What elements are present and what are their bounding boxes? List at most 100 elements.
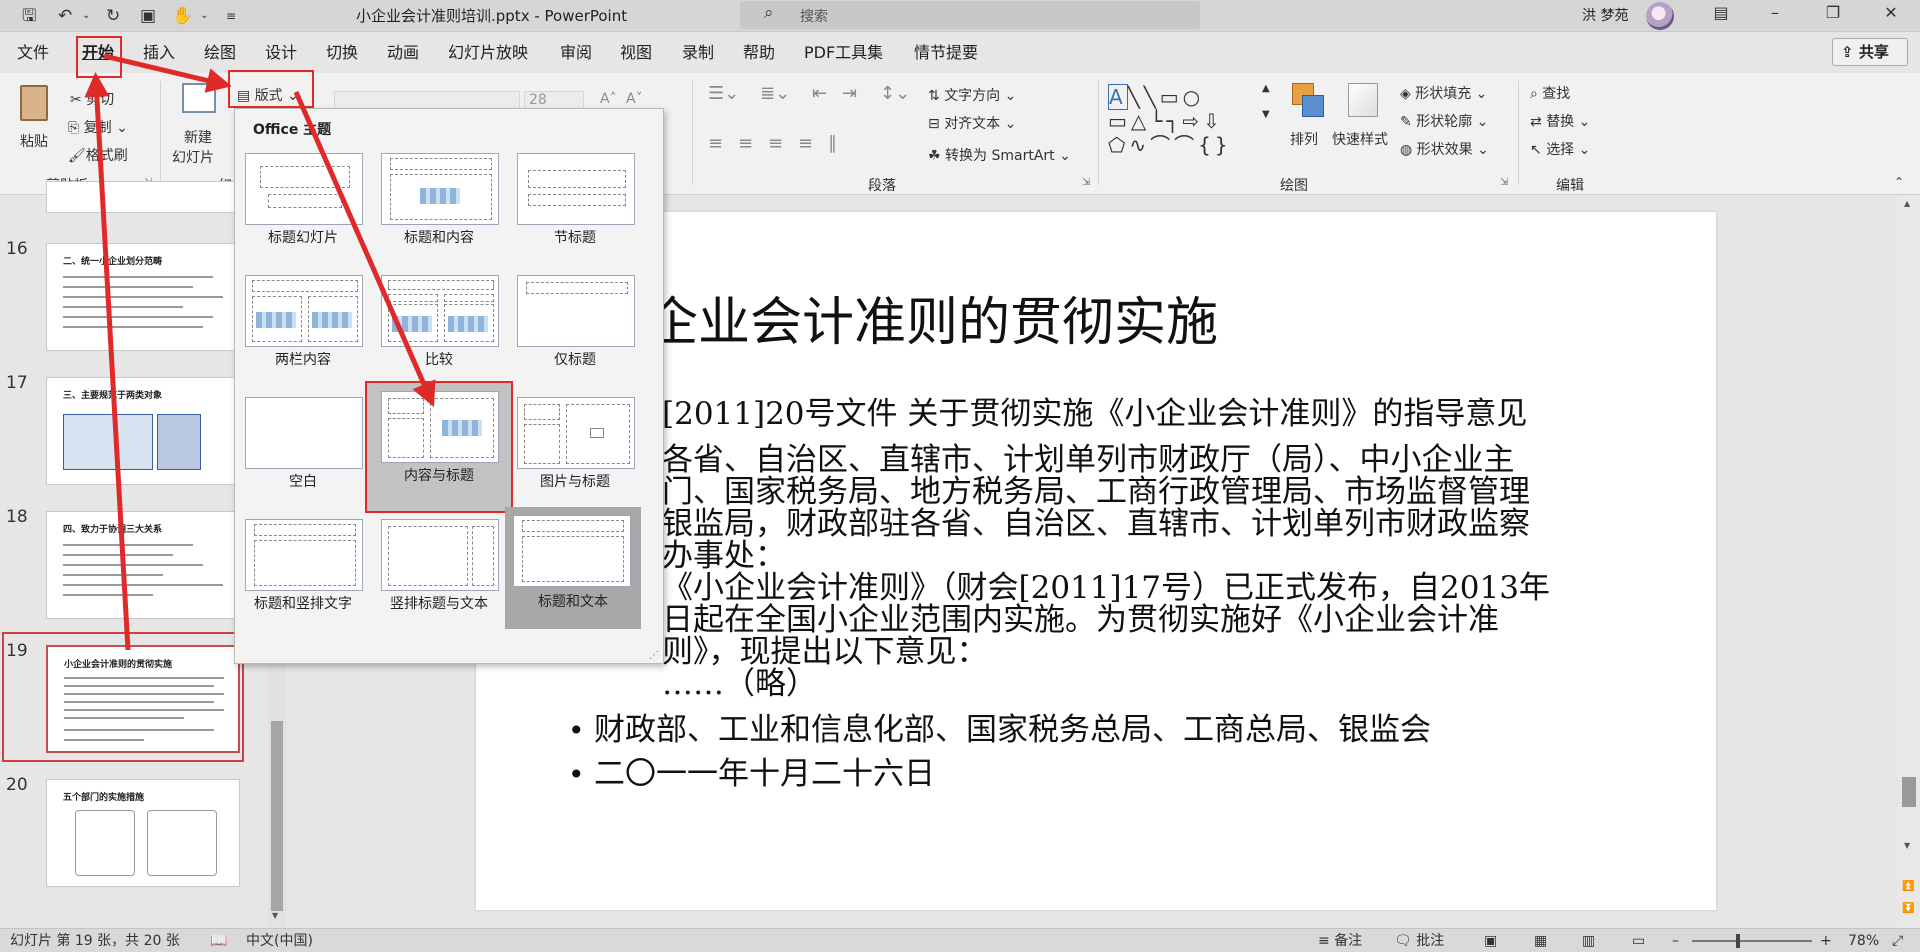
- tab-draw[interactable]: 绘图: [204, 43, 236, 63]
- accessibility-icon[interactable]: 📖: [210, 930, 227, 952]
- tab-record[interactable]: 录制: [682, 43, 714, 63]
- smartart-button[interactable]: ☘ 转换为 SmartArt ⌄: [928, 145, 1071, 165]
- copy-button[interactable]: ⎘ 复制 ⌄: [68, 117, 128, 137]
- new-slide-button[interactable]: 新建 幻灯片: [170, 79, 230, 171]
- restore-icon[interactable]: ❐: [1818, 3, 1848, 22]
- tab-animations[interactable]: 动画: [387, 43, 419, 63]
- align-left-icon[interactable]: ≡: [708, 133, 723, 154]
- slide-thumbnail-15[interactable]: [46, 181, 240, 213]
- tab-storyboard[interactable]: 情节提要: [914, 43, 978, 63]
- layout-title-slide[interactable]: 标题幻灯片: [239, 147, 367, 259]
- undo-dropdown-icon[interactable]: ⌄: [82, 4, 90, 28]
- zoom-level[interactable]: 78%: [1848, 930, 1879, 952]
- line-spacing-icon[interactable]: ↕⌄: [880, 83, 910, 104]
- zoom-in-icon[interactable]: +: [1820, 930, 1832, 952]
- language[interactable]: 中文(中国): [246, 930, 313, 952]
- slide-thumbnail[interactable]: 五个部门的实施措施: [46, 779, 240, 887]
- reading-view-icon[interactable]: ▥: [1582, 930, 1595, 952]
- find-button[interactable]: ⌕ 查找: [1530, 83, 1570, 103]
- notes-button[interactable]: ≡ 备注: [1318, 930, 1362, 952]
- customize-quick-access-icon[interactable]: ≡: [226, 4, 236, 28]
- layout-blank[interactable]: 空白: [239, 391, 367, 503]
- slide-thumbnail[interactable]: 四、致力于协调三大关系: [46, 511, 240, 619]
- shapes-gallery[interactable]: A╲╲▭○ ▭△└┐⇨⇩ ⬠∿⌒⌒{}: [1108, 84, 1258, 159]
- tab-view[interactable]: 视图: [620, 43, 652, 63]
- paste-button[interactable]: 粘贴: [12, 79, 60, 169]
- layout-title-vertical-text[interactable]: 标题和竖排文字: [239, 513, 367, 625]
- present-icon[interactable]: ▣: [140, 4, 156, 28]
- zoom-out-icon[interactable]: –: [1672, 930, 1679, 952]
- align-center-icon[interactable]: ≡: [738, 133, 753, 154]
- tab-insert[interactable]: 插入: [143, 43, 175, 63]
- layout-vertical-title-text[interactable]: 竖排标题与文本: [375, 513, 503, 625]
- align-text-button[interactable]: ⊟ 对齐文本 ⌄: [928, 113, 1016, 133]
- normal-view-icon[interactable]: ▣: [1484, 930, 1497, 952]
- tab-design[interactable]: 设计: [265, 43, 297, 63]
- layout-picture-with-caption[interactable]: 图片与标题: [511, 391, 639, 503]
- minimize-icon[interactable]: –: [1760, 3, 1790, 22]
- paragraph-launcher-icon[interactable]: ⇲: [1082, 177, 1090, 188]
- tab-review[interactable]: 审阅: [560, 43, 592, 63]
- touch-dropdown-icon[interactable]: ⌄: [200, 4, 208, 28]
- comments-button[interactable]: 🗨 批注: [1394, 930, 1444, 952]
- ribbon-display-options-icon[interactable]: ▤: [1706, 3, 1736, 22]
- shape-fill-button[interactable]: ◈ 形状填充 ⌄: [1400, 83, 1487, 103]
- close-icon[interactable]: ✕: [1876, 3, 1906, 22]
- quick-styles-button[interactable]: 快速样式: [1330, 79, 1394, 169]
- scroll-down-icon[interactable]: ▼: [1904, 841, 1910, 850]
- share-button[interactable]: ⇪ 共享: [1832, 38, 1908, 66]
- drawing-launcher-icon[interactable]: ⇲: [1500, 177, 1508, 188]
- slide-title[interactable]: 企业会计准则的贯彻实施: [646, 280, 1218, 355]
- increase-font-icon[interactable]: A˄: [600, 91, 617, 107]
- resize-grip-icon[interactable]: ⋰: [649, 650, 659, 661]
- scroll-thumb[interactable]: [1902, 777, 1916, 807]
- next-slide-icon[interactable]: ⏬: [1902, 903, 1914, 914]
- format-painter-button[interactable]: 🖌格式刷: [68, 145, 128, 165]
- select-button[interactable]: ↖ 选择 ⌄: [1530, 139, 1590, 159]
- replace-button[interactable]: ⇄ 替换 ⌄: [1530, 111, 1590, 131]
- tab-help[interactable]: 帮助: [743, 43, 775, 63]
- layout-title-and-content[interactable]: 标题和内容: [375, 147, 503, 259]
- fit-to-window-icon[interactable]: ⤢: [1892, 930, 1903, 952]
- user-name[interactable]: 洪 梦苑: [1582, 5, 1628, 25]
- layout-comparison[interactable]: 比较: [375, 269, 503, 381]
- prev-slide-icon[interactable]: ⏫: [1902, 881, 1914, 892]
- shapes-scroll-down-icon[interactable]: ▼: [1262, 109, 1270, 120]
- bullets-icon[interactable]: ☰⌄: [708, 83, 739, 104]
- avatar[interactable]: [1646, 2, 1674, 30]
- shape-effects-button[interactable]: ◍ 形状效果 ⌄: [1400, 139, 1489, 159]
- layout-title-only[interactable]: 仅标题: [511, 269, 639, 381]
- collapse-ribbon-icon[interactable]: ⌃: [1894, 175, 1904, 189]
- tab-file[interactable]: 文件: [17, 43, 49, 63]
- zoom-slider-thumb[interactable]: [1736, 934, 1740, 948]
- decrease-indent-icon[interactable]: ⇤: [812, 83, 827, 104]
- layout-content-with-caption[interactable]: 内容与标题: [365, 381, 513, 513]
- cut-button[interactable]: ✂ 剪切: [70, 89, 114, 109]
- numbering-icon[interactable]: ≣⌄: [760, 83, 790, 104]
- align-right-icon[interactable]: ≡: [768, 133, 783, 154]
- layout-two-content[interactable]: 两栏内容: [239, 269, 367, 381]
- zoom-slider[interactable]: [1692, 934, 1812, 948]
- search-box[interactable]: ⌕ 搜索: [740, 1, 1200, 29]
- layout-title-and-text[interactable]: 标题和文本: [505, 507, 641, 629]
- justify-icon[interactable]: ≡: [798, 133, 813, 154]
- scroll-thumb[interactable]: [271, 721, 283, 911]
- tab-pdf-tools[interactable]: PDF工具集: [804, 43, 883, 63]
- scroll-up-icon[interactable]: ▲: [1904, 199, 1910, 208]
- undo-icon[interactable]: ↶: [58, 4, 72, 28]
- layout-section-header[interactable]: 节标题: [511, 147, 639, 259]
- tab-slideshow[interactable]: 幻灯片放映: [448, 43, 528, 63]
- slide-thumbnail[interactable]: 三、主要规范于两类对象: [46, 377, 240, 485]
- shape-outline-button[interactable]: ✎ 形状轮廓 ⌄: [1400, 111, 1488, 131]
- slide-thumbnail[interactable]: 二、统一小企业划分范畴: [46, 243, 240, 351]
- shapes-scroll-up-icon[interactable]: ▲: [1262, 83, 1270, 94]
- touch-mode-icon[interactable]: ✋: [172, 4, 193, 28]
- tab-transitions[interactable]: 切换: [326, 43, 358, 63]
- increase-indent-icon[interactable]: ⇥: [842, 83, 857, 104]
- decrease-font-icon[interactable]: A˅: [626, 91, 643, 107]
- scroll-down-icon[interactable]: ▼: [272, 911, 278, 920]
- save-icon[interactable]: 🖫: [22, 4, 36, 28]
- columns-icon[interactable]: ∥: [828, 133, 837, 154]
- slideshow-view-icon[interactable]: ▭: [1632, 930, 1645, 952]
- text-direction-button[interactable]: ⇅ 文字方向 ⌄: [928, 85, 1016, 105]
